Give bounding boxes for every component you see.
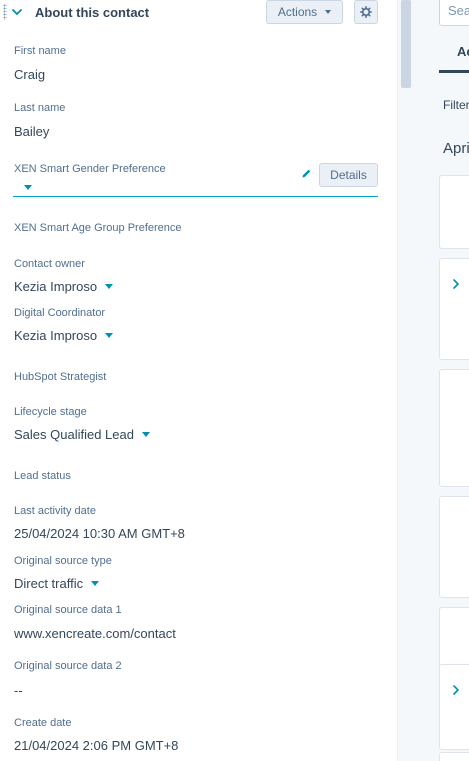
caret-down-icon	[105, 284, 114, 290]
digital-coordinator-value: Kezia Improso	[14, 328, 98, 343]
scrollbar-thumb[interactable]	[401, 0, 411, 88]
contact-owner-label: Contact owner	[14, 258, 85, 270]
caret-down-icon	[325, 10, 332, 14]
activity-panel: Sea Ac Filter April	[413, 0, 469, 761]
age-group-preference-label: XEN Smart Age Group Preference	[14, 222, 182, 234]
chevron-down-icon[interactable]	[12, 7, 22, 17]
pencil-icon[interactable]	[301, 168, 312, 179]
original-source-type-dropdown[interactable]: Direct traffic	[14, 576, 100, 591]
hubspot-strategist-label: HubSpot Strategist	[14, 371, 107, 383]
activity-card[interactable]	[439, 258, 469, 360]
activity-card[interactable]	[439, 496, 469, 598]
activity-card[interactable]	[439, 752, 469, 761]
chevron-right-icon[interactable]	[452, 279, 460, 289]
original-source-type-label: Original source type	[14, 555, 112, 567]
contact-owner-value: Kezia Improso	[14, 279, 98, 294]
last-activity-date-value: 25/04/2024 10:30 AM GMT+8	[14, 526, 185, 541]
lead-status-label: Lead status	[14, 470, 71, 482]
activity-card[interactable]	[439, 369, 469, 487]
active-tab-indicator	[439, 70, 469, 73]
details-button[interactable]: Details	[319, 163, 378, 187]
about-contact-header[interactable]: About this contact Actions	[0, 0, 397, 26]
original-source-data-2-value[interactable]: --	[14, 683, 23, 698]
tab-activity[interactable]: Ac	[457, 44, 469, 59]
last-activity-date-label: Last activity date	[14, 505, 96, 517]
field-edit-underline	[13, 196, 378, 197]
lifecycle-stage-label: Lifecycle stage	[14, 406, 87, 418]
scrollbar[interactable]	[397, 0, 413, 761]
drag-handle-icon[interactable]	[3, 4, 7, 20]
gender-preference-dropdown[interactable]	[24, 185, 32, 190]
caret-down-icon	[91, 581, 100, 587]
filter-label[interactable]: Filter	[443, 98, 469, 112]
search-placeholder: Sea	[448, 3, 469, 18]
settings-button[interactable]	[354, 0, 378, 24]
original-source-type-value: Direct traffic	[14, 576, 84, 591]
actions-button[interactable]: Actions	[266, 0, 343, 24]
contact-owner-dropdown[interactable]: Kezia Improso	[14, 279, 114, 294]
create-date-label: Create date	[14, 717, 72, 729]
lifecycle-stage-dropdown[interactable]: Sales Qualified Lead	[14, 427, 150, 442]
original-source-data-1-label: Original source data 1	[14, 604, 122, 616]
actions-button-label: Actions	[277, 5, 318, 19]
caret-down-icon	[105, 333, 114, 339]
chevron-right-icon[interactable]	[452, 685, 460, 695]
first-name-label: First name	[14, 45, 66, 57]
search-input[interactable]: Sea	[439, 0, 469, 26]
about-contact-panel: About this contact Actions First name Cr…	[0, 0, 397, 761]
original-source-data-2-label: Original source data 2	[14, 660, 122, 672]
gender-preference-label: XEN Smart Gender Preference	[14, 163, 166, 175]
activity-card[interactable]	[439, 664, 469, 750]
caret-down-icon	[141, 432, 150, 438]
original-source-data-1-value[interactable]: www.xencreate.com/contact	[14, 626, 176, 641]
first-name-value[interactable]: Craig	[14, 67, 45, 82]
create-date-value: 21/04/2024 2:06 PM GMT+8	[14, 738, 179, 753]
activity-card[interactable]	[439, 175, 469, 249]
digital-coordinator-label: Digital Coordinator	[14, 307, 106, 319]
last-name-value[interactable]: Bailey	[14, 124, 49, 139]
last-name-label: Last name	[14, 102, 66, 114]
gear-icon	[360, 6, 372, 18]
lifecycle-stage-value: Sales Qualified Lead	[14, 427, 134, 442]
about-contact-title: About this contact	[35, 5, 150, 20]
digital-coordinator-dropdown[interactable]: Kezia Improso	[14, 328, 114, 343]
month-heading: April	[443, 140, 469, 157]
